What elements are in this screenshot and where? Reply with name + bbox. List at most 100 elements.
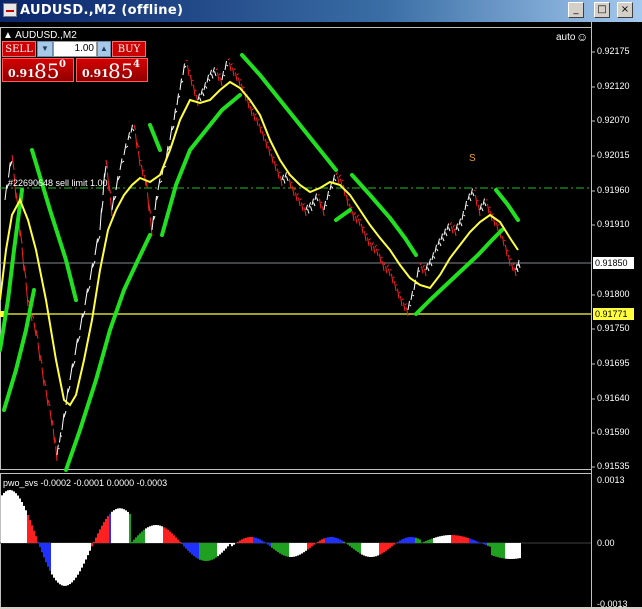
price-bar xyxy=(473,193,475,197)
smiley-icon: ☺ xyxy=(576,30,588,44)
price-bar xyxy=(155,196,157,210)
price-bar xyxy=(236,73,238,82)
oscillator-bar xyxy=(233,543,235,545)
green-band-segment xyxy=(336,210,350,220)
lot-increase-button[interactable]: ▲ xyxy=(97,41,111,57)
oscillator-bar xyxy=(277,543,279,552)
buy-button[interactable]: BUY xyxy=(112,41,146,57)
price-bar xyxy=(189,70,191,71)
price-bar xyxy=(200,98,202,102)
price-bar xyxy=(446,233,448,237)
price-bar xyxy=(297,194,299,196)
price-bar xyxy=(503,236,505,246)
price-bar xyxy=(323,206,325,216)
price-bar xyxy=(191,75,193,86)
oscillator-bar xyxy=(103,522,105,543)
oscillator-bar xyxy=(195,543,197,558)
oscillator-bar xyxy=(485,543,487,545)
price-bar xyxy=(314,203,316,207)
price-bar xyxy=(471,189,473,196)
oscillator-histogram xyxy=(1,490,521,586)
price-bar xyxy=(251,106,253,116)
green-band-segment xyxy=(242,55,336,170)
oscillator-bar xyxy=(423,542,425,543)
chart-canvas[interactable] xyxy=(0,0,642,607)
oscillator-bar xyxy=(325,538,327,543)
oscillator-bar xyxy=(501,543,503,558)
oscillator-bar xyxy=(1,495,3,543)
oscillator-bar xyxy=(177,540,179,543)
price-bar xyxy=(255,114,257,116)
sell-price-box[interactable]: 0.91 85 0 xyxy=(2,58,74,82)
price-bar xyxy=(411,291,413,300)
oscillator-bar xyxy=(187,543,189,551)
oscillator-bar xyxy=(159,526,161,543)
oscillator-bar xyxy=(441,536,443,543)
oscillator-bar xyxy=(239,541,241,543)
collapse-triangle-icon[interactable]: ▲ xyxy=(3,30,13,41)
price-bar xyxy=(492,214,494,216)
lot-decrease-button[interactable]: ▼ xyxy=(37,41,53,57)
oscillator-bar xyxy=(347,543,349,545)
price-bar xyxy=(402,299,404,301)
green-band-segment xyxy=(162,95,240,235)
lot-size-input[interactable]: 1.00 xyxy=(53,41,97,57)
price-bar xyxy=(517,268,518,272)
price-bar xyxy=(263,131,265,141)
price-bar xyxy=(375,245,377,248)
buy-price-box[interactable]: 0.91 85 4 xyxy=(76,58,148,82)
price-bar xyxy=(507,250,509,251)
oscillator-bar xyxy=(519,543,521,558)
oscillator-bar xyxy=(107,516,109,543)
sell-price-fraction: 0 xyxy=(59,59,66,70)
y-axis-label: 0.92175 xyxy=(597,46,630,56)
price-bar xyxy=(447,224,449,231)
oscillator-bar xyxy=(185,543,187,549)
oscillator-bar xyxy=(191,543,193,554)
price-bar xyxy=(365,231,367,241)
order-line-label[interactable]: #22690648 sell limit 1.00 xyxy=(8,178,108,188)
price-bar xyxy=(216,69,218,71)
oscillator-bar xyxy=(389,543,391,548)
price-bar xyxy=(410,305,412,306)
price-bar xyxy=(197,95,199,106)
oscillator-bar xyxy=(403,538,405,543)
price-bar xyxy=(377,249,379,256)
y-axis-label: 0.92120 xyxy=(597,81,630,91)
oscillator-bar xyxy=(401,539,403,543)
price-bar xyxy=(302,203,304,212)
oscillator-bar xyxy=(83,543,85,564)
oscillator-bar xyxy=(43,543,45,557)
price-bar xyxy=(26,283,28,307)
price-bar xyxy=(444,229,446,236)
price-bar xyxy=(326,205,328,206)
price-bar xyxy=(122,161,124,163)
green-band-segment xyxy=(32,150,76,300)
oscillator-bar xyxy=(375,543,377,556)
oscillator-bar xyxy=(51,543,53,575)
oscillator-bar xyxy=(473,540,475,543)
price-bar xyxy=(237,74,239,76)
price-bar xyxy=(42,368,44,387)
oscillator-bar xyxy=(149,526,151,543)
price-bar xyxy=(5,185,7,200)
price-bar xyxy=(440,243,442,247)
sell-button[interactable]: SELL xyxy=(2,41,36,57)
price-bar xyxy=(479,205,481,216)
price-bar xyxy=(359,219,361,226)
price-bar xyxy=(179,96,181,98)
price-bar xyxy=(102,201,104,213)
price-bar xyxy=(186,60,188,61)
price-bar xyxy=(70,364,73,381)
oscillator-bar xyxy=(331,537,333,543)
oscillator-bar xyxy=(459,536,461,543)
oscillator-bar xyxy=(147,527,149,543)
price-bar xyxy=(126,146,128,148)
price-bar xyxy=(201,89,203,96)
oscillator-bar xyxy=(399,541,401,543)
oscillator-bar xyxy=(373,543,375,557)
oscillator-bar xyxy=(357,543,359,552)
price-bar xyxy=(203,93,205,97)
price-bar xyxy=(462,211,464,220)
oscillator-bar xyxy=(429,539,431,543)
